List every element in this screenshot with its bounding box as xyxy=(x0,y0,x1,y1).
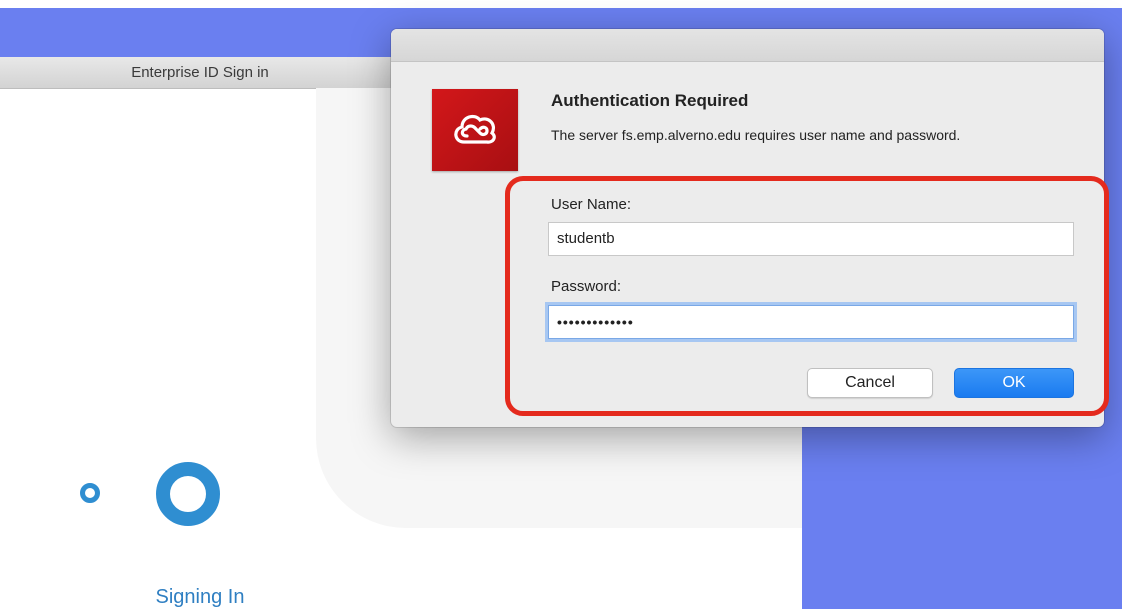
loading-ring-icon xyxy=(156,462,220,526)
dialog-heading: Authentication Required xyxy=(551,91,749,110)
creative-cloud-icon xyxy=(432,89,518,171)
dialog-message: The server fs.emp.alverno.edu requires u… xyxy=(551,127,961,143)
loading-dot-small-icon xyxy=(80,483,100,503)
window-title: Enterprise ID Sign in xyxy=(131,64,269,81)
credentials-highlight-box xyxy=(505,176,1109,416)
top-strip xyxy=(0,0,1122,8)
dialog-titlebar[interactable] xyxy=(391,29,1104,62)
signing-in-status: Signing In xyxy=(155,586,245,608)
